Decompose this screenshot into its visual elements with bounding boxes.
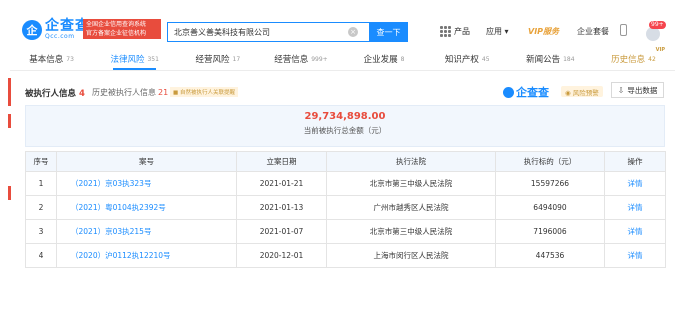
filing-date: 2020-12-01: [236, 243, 327, 268]
execution-amount: 6494090: [495, 195, 605, 220]
search-input[interactable]: [168, 23, 348, 41]
details-link[interactable]: 详情: [604, 171, 666, 196]
watermark-logo: 企查查: [503, 84, 549, 100]
total-amount: 29,734,898.00: [304, 111, 386, 122]
row-index: 1: [25, 171, 57, 196]
table-row: 3 （2021）京03执215号 2021-01-07 北京市第三中级人民法院 …: [25, 219, 666, 244]
tab-history-info[interactable]: 历史信息 42 VIP: [592, 47, 675, 68]
court-name: 北京市第三中级人民法院: [326, 171, 496, 196]
slogan-banner: 全国企业信用查询系统 官方备案企业征信机构: [83, 19, 161, 39]
column-header: 案号: [56, 151, 237, 172]
left-accent-bar: [8, 78, 11, 106]
user-avatar[interactable]: [646, 27, 660, 41]
table-row: 4 （2020）沪0112执12210号 2020-12-01 上海市闵行区人民…: [25, 243, 666, 268]
section-title: 被执行人信息 4: [25, 89, 85, 99]
related-alert-tag[interactable]: ■ 自然被执行人关联提醒: [170, 87, 238, 97]
nav-enterprise-plan[interactable]: 企业套餐: [577, 26, 609, 37]
table-row: 1 （2021）京03执323号 2021-01-21 北京市第三中级人民法院 …: [25, 171, 666, 196]
slogan-line-1: 全国企业信用查询系统: [86, 21, 147, 28]
execution-amount: 15597266: [495, 171, 605, 196]
risk-warning-tag[interactable]: ◉ 风险预警: [561, 86, 603, 97]
logo-mark-icon: 企: [22, 19, 42, 40]
row-index: 4: [25, 243, 57, 268]
export-icon: ⇩: [617, 85, 625, 95]
details-link[interactable]: 详情: [604, 243, 666, 268]
tabs-divider: [10, 70, 675, 71]
left-accent-bar: [8, 114, 11, 128]
search-box: ×: [167, 22, 369, 42]
nav-products[interactable]: 产品: [440, 26, 470, 37]
case-number-link[interactable]: （2021）粤0104执2392号: [56, 195, 237, 220]
column-header: 执行标的（元）: [495, 151, 605, 172]
row-index: 3: [25, 219, 57, 244]
execution-amount: 447536: [495, 243, 605, 268]
total-amount-label: 当前被执行总金额（元）: [303, 126, 387, 135]
top-header: 企 企查查 Qcc.com 全国企业信用查询系统 官方备案企业征信机构 × 查一…: [0, 0, 689, 46]
filing-date: 2021-01-21: [236, 171, 327, 196]
company-tabs: 基本信息 73 法律风险 351 经营风险 17 经营信息 999+ 企业发展 8 知识产…: [10, 47, 675, 70]
tab-operating-info[interactable]: 经营信息 999+: [259, 50, 342, 68]
filing-date: 2021-01-13: [236, 195, 327, 220]
table-header-row: 序号 案号 立案日期 执行法院 执行标的（元） 操作: [25, 151, 666, 172]
filing-date: 2021-01-07: [236, 219, 327, 244]
column-header: 序号: [25, 151, 57, 172]
column-header: 操作: [604, 151, 666, 172]
court-name: 上海市闵行区人民法院: [326, 243, 496, 268]
case-number-link[interactable]: （2020）沪0112执12210号: [56, 243, 237, 268]
grid-icon: [440, 26, 451, 37]
slogan-line-2: 官方备案企业征信机构: [86, 30, 147, 37]
row-index: 2: [25, 195, 57, 220]
vip-badge: VIP: [655, 47, 665, 53]
column-header: 执行法院: [326, 151, 496, 172]
left-accent-bar: [8, 186, 11, 200]
tab-development[interactable]: 企业发展 8: [343, 50, 426, 68]
notification-badge: 99+: [649, 21, 666, 29]
executed-person-table: 序号 案号 立案日期 执行法院 执行标的（元） 操作 1 （2021）京03执3…: [25, 151, 666, 268]
tab-news[interactable]: 新闻公告 184: [509, 50, 592, 68]
case-number-link[interactable]: （2021）京03执215号: [56, 219, 237, 244]
nav-apps[interactable]: 应用 ▾: [486, 26, 509, 37]
logo-mark-icon: [503, 86, 514, 98]
clear-icon[interactable]: ×: [348, 27, 358, 37]
mobile-app-icon[interactable]: [620, 24, 627, 36]
tab-legal-risk[interactable]: 法律风险 351: [93, 50, 176, 70]
nav-products-label: 产品: [454, 27, 470, 36]
total-amount-summary: 29,734,898.00 当前被执行总金额（元）: [25, 105, 665, 147]
column-header: 立案日期: [236, 151, 327, 172]
history-executed-link[interactable]: 历史被执行人信息 21: [92, 87, 168, 98]
export-data-button[interactable]: ⇩ 导出数据: [611, 82, 664, 98]
table-row: 2 （2021）粤0104执2392号 2021-01-13 广州市越秀区人民法…: [25, 195, 666, 220]
tab-intellectual-property[interactable]: 知识产权 45: [426, 50, 509, 68]
court-name: 广州市越秀区人民法院: [326, 195, 496, 220]
case-number-link[interactable]: （2021）京03执323号: [56, 171, 237, 196]
tab-operating-risk[interactable]: 经营风险 17: [176, 50, 259, 68]
details-link[interactable]: 详情: [604, 195, 666, 220]
nav-vip-service[interactable]: VIP服务: [528, 26, 559, 37]
execution-amount: 7196006: [495, 219, 605, 244]
search-button[interactable]: 查一下: [369, 22, 408, 42]
details-link[interactable]: 详情: [604, 219, 666, 244]
court-name: 北京市第三中级人民法院: [326, 219, 496, 244]
site-logo[interactable]: 企 企查查 Qcc.com: [22, 19, 90, 40]
tab-basic-info[interactable]: 基本信息 73: [10, 50, 93, 68]
